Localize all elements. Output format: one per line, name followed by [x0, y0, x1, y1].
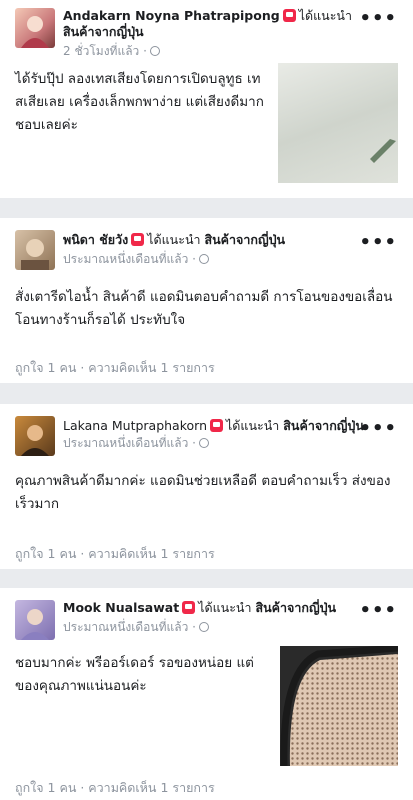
review-text: คุณภาพสินค้าดีมากค่ะ แอดมินช่วยเหลือดี ต…	[15, 470, 400, 516]
timestamp: 2 ชั่วโมงที่แล้ว	[63, 44, 140, 58]
author-name[interactable]: Mook Nualsawat	[63, 600, 179, 615]
avatar[interactable]	[15, 230, 55, 270]
review-text: ชอบมากค่ะ พรีออร์เดอร์ รอของหน่อย แต่ ขอ…	[15, 652, 270, 698]
globe-icon	[198, 438, 209, 448]
author-name[interactable]: พนิดา ชัยวัง	[63, 232, 128, 247]
review-text: ได้รับปุ๊ป ลองเทสเสียงโดยการเปิดบลูทูธ เ…	[15, 68, 270, 137]
review-photo[interactable]	[278, 63, 398, 183]
page-name[interactable]: สินค้าจากญี่ปุ่น	[63, 24, 144, 39]
post-time[interactable]: ประมาณหนึ่งเดือนที่แล้ว ·	[63, 250, 209, 269]
post-header: Lakana Mutpraphakorn ได้แนะนำ สินค้าจากญี…	[63, 418, 368, 434]
timestamp: ประมาณหนึ่งเดือนที่แล้ว	[63, 620, 189, 634]
page-name[interactable]: สินค้าจากญี่ปุ่น	[283, 418, 364, 433]
post-header: Andakarn Noyna Phatrapipong ได้แนะนำ สินค…	[63, 8, 368, 40]
author-name[interactable]: Lakana Mutpraphakorn	[63, 418, 207, 433]
text-line: ของคุณภาพแน่นอนค่ะ	[15, 678, 147, 694]
post-time[interactable]: ประมาณหนึ่งเดือนที่แล้ว ·	[63, 434, 209, 453]
more-options-icon[interactable]: •••	[359, 420, 397, 438]
post-time[interactable]: 2 ชั่วโมงที่แล้ว ·	[63, 42, 160, 61]
timestamp: ประมาณหนึ่งเดือนที่แล้ว	[63, 252, 189, 266]
globe-icon	[198, 622, 209, 632]
page-name[interactable]: สินค้าจากญี่ปุ่น	[205, 232, 286, 247]
text-line: สั่งเตารีดไอน้ำ สินค้าดี แอดมินตอบคำถามด…	[15, 289, 393, 305]
reaction-summary[interactable]: ถูกใจ 1 คน · ความคิดเห็น 1 รายการ	[15, 544, 215, 564]
review-post: Lakana Mutpraphakorn ได้แนะนำ สินค้าจากญี…	[0, 404, 413, 569]
post-header: Mook Nualsawat ได้แนะนำ สินค้าจากญี่ปุ่น	[63, 600, 368, 616]
recommends-label: ได้แนะนำ	[226, 418, 280, 433]
review-post: Andakarn Noyna Phatrapipong ได้แนะนำ สินค…	[0, 0, 413, 198]
globe-icon	[198, 254, 209, 264]
post-header: พนิดา ชัยวัง ได้แนะนำ สินค้าจากญี่ปุ่น	[63, 232, 368, 248]
post-time[interactable]: ประมาณหนึ่งเดือนที่แล้ว ·	[63, 618, 209, 637]
recommends-label: ได้แนะนำ	[147, 232, 201, 247]
review-text: สั่งเตารีดไอน้ำ สินค้าดี แอดมินตอบคำถามด…	[15, 286, 400, 332]
text-line: ชอบมากค่ะ พรีออร์เดอร์ รอของหน่อย แต่	[15, 655, 254, 671]
more-options-icon[interactable]: •••	[359, 234, 397, 252]
author-name[interactable]: Andakarn Noyna Phatrapipong	[63, 8, 280, 23]
avatar[interactable]	[15, 416, 55, 456]
review-photo[interactable]	[280, 646, 398, 766]
review-post: Mook Nualsawat ได้แนะนำ สินค้าจากญี่ปุ่น …	[0, 588, 413, 800]
recommend-badge-icon	[210, 419, 224, 432]
recommend-badge-icon	[182, 601, 196, 614]
reaction-summary[interactable]: ถูกใจ 1 คน · ความคิดเห็น 1 รายการ	[15, 778, 215, 798]
avatar[interactable]	[15, 600, 55, 640]
recommends-label: ได้แนะนำ	[298, 8, 352, 23]
page-name[interactable]: สินค้าจากญี่ปุ่น	[255, 600, 336, 615]
reaction-summary[interactable]: ถูกใจ 1 คน · ความคิดเห็น 1 รายการ	[15, 358, 215, 378]
text-line: ชอบเลยค่ะ	[15, 117, 78, 133]
recommend-badge-icon	[282, 9, 296, 22]
text-line: คุณภาพสินค้าดีมากค่ะ แอดมินช่วยเหลือดี ต…	[15, 473, 391, 489]
review-post: พนิดา ชัยวัง ได้แนะนำ สินค้าจากญี่ปุ่น ปร…	[0, 218, 413, 383]
avatar[interactable]	[15, 8, 55, 48]
text-line: เร็วมาก	[15, 496, 60, 512]
recommend-badge-icon	[131, 233, 145, 246]
more-options-icon[interactable]: •••	[359, 602, 397, 620]
text-line: ได้รับปุ๊ป ลองเทสเสียงโดยการเปิดบลูทูธ เ…	[15, 71, 261, 87]
text-line: โอนทางร้านก็รอได้ ประทับใจ	[15, 312, 186, 328]
globe-icon	[149, 46, 160, 56]
more-options-icon[interactable]: •••	[359, 10, 397, 28]
text-line: สเสียเลย เครื่องเล็กพกพาง่าย แต่เสียงดีม…	[15, 94, 264, 110]
timestamp: ประมาณหนึ่งเดือนที่แล้ว	[63, 436, 189, 450]
recommends-label: ได้แนะนำ	[198, 600, 252, 615]
